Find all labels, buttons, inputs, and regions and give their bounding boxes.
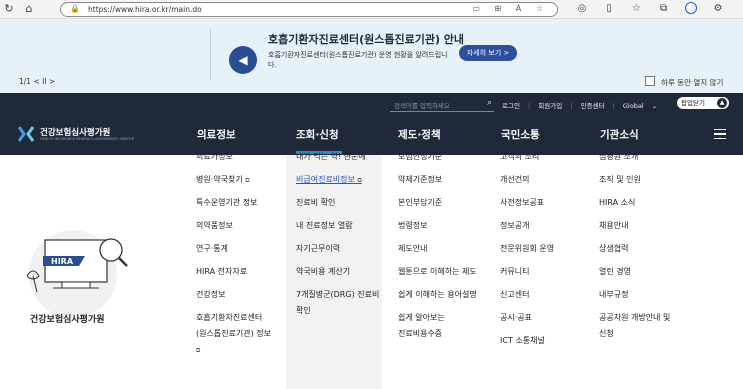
menu-item[interactable]: 개선건의 (500, 174, 529, 186)
menu-item[interactable]: 특수운영기관 정보 (196, 197, 257, 209)
menu-item[interactable]: 자기근무이력 (296, 243, 340, 255)
utility-links: 로그인 | 회원가입 | 인증센터 | Global ⌄ (502, 100, 663, 110)
menu-item[interactable]: 상생협력 (599, 243, 628, 255)
menu-item[interactable]: 의약품정보 (196, 220, 233, 232)
chevron-down-icon: ⌄ (651, 102, 658, 110)
search-icon[interactable]: ⌕ (487, 98, 492, 108)
popup-title: 호흡기환자진료센터(원스톱진료기관) 안내 (268, 33, 465, 46)
divider (210, 29, 211, 81)
menu-item[interactable]: 전문위원회 운영 (500, 243, 554, 255)
address-bar[interactable]: 🔒 https://www.hira.or.kr/main.do ▭ ⊞ A ☆ (60, 2, 558, 17)
menu-item[interactable]: 채용안내 (599, 220, 628, 232)
cert-center-link[interactable]: 인증센터 (581, 102, 605, 110)
menu-icon[interactable] (714, 129, 726, 139)
logo-subtitle: HEALTH INSURANCE REVIEW & ASSESSMENT SER… (40, 137, 135, 141)
browser-toolbar: ↻ ⌂ 🔒 https://www.hira.or.kr/main.do ▭ ⊞… (0, 0, 743, 19)
nav-policy[interactable]: 제도·정책 (398, 127, 441, 142)
menu-item[interactable]: 쉽게 알아보는 (398, 312, 445, 324)
search-placeholder: 검색어를 입력하세요 (394, 102, 450, 110)
nav-communication[interactable]: 국민소통 (501, 127, 540, 142)
menu-item[interactable]: 제도안내 (398, 243, 427, 255)
menu-item[interactable]: (원스톱진료기관) 정보 (196, 328, 271, 340)
external-link-icon: ⧉ (245, 177, 250, 184)
separator: | (570, 102, 573, 110)
menu-item[interactable]: 신고센터 (500, 289, 529, 301)
popup-description: 호흡기환자진료센터(원스톱진료기관) 운영 현황을 알려드립니다. (268, 51, 448, 69)
extension-icon[interactable]: ◎ (570, 3, 594, 14)
hide-today-label[interactable]: 하루 동안 열지 않기 (661, 77, 723, 88)
menu-item[interactable]: 사전정보공표 (500, 197, 544, 209)
menu-item[interactable]: 진료비용수증 (398, 328, 442, 340)
menu-item[interactable]: 열린 경영 (599, 266, 631, 278)
menu-item[interactable]: 고객의 소리 (500, 151, 539, 163)
menu-item[interactable]: 확인 (296, 305, 311, 317)
menu-item[interactable]: HIRA 전자자료 (196, 266, 247, 278)
menu-item[interactable]: 쉽게 이해하는 용어설명 (398, 289, 477, 301)
nav-medical-info[interactable]: 의료정보 (197, 127, 236, 142)
lock-icon: 🔒 (70, 4, 80, 13)
separator: | (528, 102, 531, 110)
global-link[interactable]: Global (623, 102, 644, 110)
settings-icon[interactable]: ⚙ (706, 3, 730, 14)
external-link-icon: ⧉ (357, 177, 362, 184)
popup-close-button[interactable]: 팝업닫기 ▲ (677, 97, 729, 109)
menu-item[interactable]: 진료비 확인 (296, 197, 335, 209)
menu-item[interactable]: 비급여진료비정보 ⧉ (296, 174, 362, 187)
search-input[interactable]: 검색어를 입력하세요 ⌕ (390, 98, 494, 112)
favorites-icon[interactable]: ☆ (624, 3, 648, 14)
separator: | (612, 102, 615, 110)
menu-item[interactable]: 내 진료정보 열람 (296, 220, 353, 232)
menu-item[interactable]: 커뮤니티 (500, 266, 529, 278)
nav-news[interactable]: 기관소식 (600, 127, 639, 142)
collections-icon[interactable]: ⧉ (652, 3, 676, 14)
popup-pager[interactable]: 1/1 < II > (19, 77, 55, 86)
nav-inquiry[interactable]: 조회·신청 (296, 127, 339, 142)
menu-item[interactable]: 공공자원 개방안내 및 (599, 312, 670, 324)
menu-item[interactable]: 의료가정보 (196, 151, 233, 163)
menu-item[interactable]: 웹툰으로 이해하는 제도 (398, 266, 477, 278)
popup-banner: ◀ 호흡기환자진료센터(원스톱진료기관) 안내 호흡기환자진료센터(원스톱진료기… (0, 19, 743, 93)
chevron-up-icon: ▲ (717, 98, 727, 108)
address-bar-icons[interactable]: ▭ ⊞ A ☆ (472, 4, 549, 13)
menu-item[interactable]: HIRA 소식 (599, 197, 635, 209)
illustration-caption: 건강보험심사평가원 (30, 315, 105, 325)
menu-item[interactable]: 법령정보 (398, 220, 427, 232)
login-link[interactable]: 로그인 (502, 102, 520, 110)
popup-close-label: 팝업닫기 (681, 99, 705, 107)
menu-item[interactable]: 공시·공표 (500, 312, 532, 324)
menu-item[interactable]: 연구·통계 (196, 243, 228, 255)
illustration-badge: HIRA (51, 257, 74, 266)
menu-item[interactable]: 심평원 소개 (599, 151, 638, 163)
reload-icon[interactable]: ↻ (2, 2, 16, 16)
megaphone-icon: ◀ (229, 46, 257, 74)
menu-item[interactable]: 본인부담기준 (398, 197, 442, 209)
external-link-icon: ⧉ (196, 347, 201, 354)
hira-illustration: HIRA (26, 230, 128, 318)
detail-button[interactable]: 자세히 보기 > (459, 45, 517, 61)
menu-item[interactable]: 병원·약국찾기 ⧉ (196, 174, 250, 187)
browser-actions: ◎ ▯ ☆ ⧉ ⚙ (570, 2, 730, 14)
menu-item[interactable]: 보험인정기준 (398, 151, 442, 163)
menu-item[interactable]: 호흡기환자진료센터 (196, 312, 262, 324)
home-icon[interactable]: ⌂ (22, 2, 36, 16)
profile-icon[interactable] (679, 2, 703, 14)
menu-item[interactable]: 약제기준정보 (398, 174, 442, 186)
hide-today-checkbox[interactable] (645, 76, 655, 86)
menu-item[interactable]: 정보공개 (500, 220, 529, 232)
menu-item[interactable]: 7개질병군(DRG) 진료비 (296, 289, 379, 301)
menu-item[interactable]: 조직 및 인원 (599, 174, 641, 186)
split-screen-icon[interactable]: ▯ (597, 3, 621, 14)
menu-item[interactable]: 약국비용 계산기 (296, 266, 350, 278)
join-link[interactable]: 회원가입 (538, 102, 562, 110)
menu-item[interactable]: 내부규정 (599, 289, 628, 301)
hira-logo-icon[interactable] (17, 126, 35, 142)
site-header: 검색어를 입력하세요 ⌕ 로그인 | 회원가입 | 인증센터 | Global … (0, 93, 743, 155)
menu-item[interactable]: 건강정보 (196, 289, 225, 301)
menu-item[interactable]: ICT 소통채널 (500, 335, 545, 347)
url-text[interactable]: https://www.hira.or.kr/main.do (88, 5, 202, 14)
menu-item[interactable]: 내가 먹는 약! 한눈에 (296, 151, 366, 163)
menu-item[interactable]: 신청 (599, 328, 614, 340)
